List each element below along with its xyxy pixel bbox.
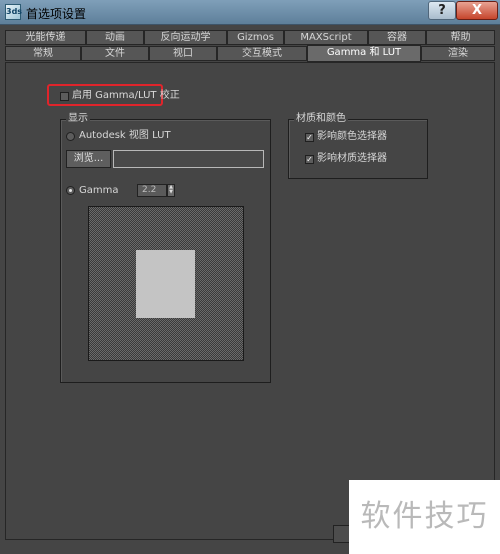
gamma-preview-center [136,250,195,318]
tab-gamma-and-lut[interactable]: Gamma 和 LUT [307,45,421,62]
lut-path-field[interactable] [113,150,264,168]
gamma-spinner-icon[interactable]: ▲ ▼ [167,184,175,197]
title-bar[interactable]: 3ds 首选项设置 ? X [0,0,500,25]
tab-rendering[interactable]: 渲染 [421,46,495,61]
tab-gizmos[interactable]: Gizmos [227,30,284,45]
affect-material-selector-checkbox[interactable]: ✓ [305,155,314,164]
materials-colors-group-title: 材质和颜色 [294,113,348,125]
tab-help[interactable]: 帮助 [426,30,495,45]
close-button[interactable]: X [456,1,498,20]
help-button[interactable]: ? [428,1,456,20]
tab-maxscript[interactable]: MAXScript [284,30,368,45]
gamma-label: Gamma [79,185,119,196]
tab-interaction-mode[interactable]: 交互模式 [217,46,307,61]
tab-files[interactable]: 文件 [81,46,149,61]
gamma-radio[interactable] [66,186,75,195]
watermark-text: 软件技巧 [349,480,500,554]
affect-color-selector-label: 影响颜色选择器 [317,131,387,142]
gamma-preview-swatch [88,206,244,361]
app-icon: 3ds [5,4,22,20]
window-title: 首选项设置 [26,7,87,21]
gamma-value-input[interactable]: 2.2 [137,184,167,197]
affect-color-selector-checkbox[interactable]: ✓ [305,133,314,142]
tab-radiosity[interactable]: 光能传递 [5,30,86,45]
enable-gamma-lut-label: 启用 Gamma/LUT 校正 [72,90,180,101]
tab-inverse-kinematics[interactable]: 反向运动学 [144,30,227,45]
tab-general[interactable]: 常规 [5,46,81,61]
materials-colors-group: 材质和颜色 [288,113,428,179]
autodesk-lut-label: Autodesk 视图 LUT [79,130,171,141]
display-group-title: 显示 [66,113,90,125]
autodesk-lut-radio[interactable] [66,132,75,141]
preferences-window: 3ds 首选项设置 ? X 光能传递 动画 反向运动学 Gizmos MAXSc… [0,0,500,554]
enable-gamma-lut-checkbox[interactable] [60,92,69,101]
tab-containers[interactable]: 容器 [368,30,426,45]
affect-material-selector-label: 影响材质选择器 [317,153,387,164]
tab-animation[interactable]: 动画 [86,30,144,45]
tab-viewports[interactable]: 视口 [149,46,217,61]
browse-button[interactable]: 浏览... [66,150,111,168]
